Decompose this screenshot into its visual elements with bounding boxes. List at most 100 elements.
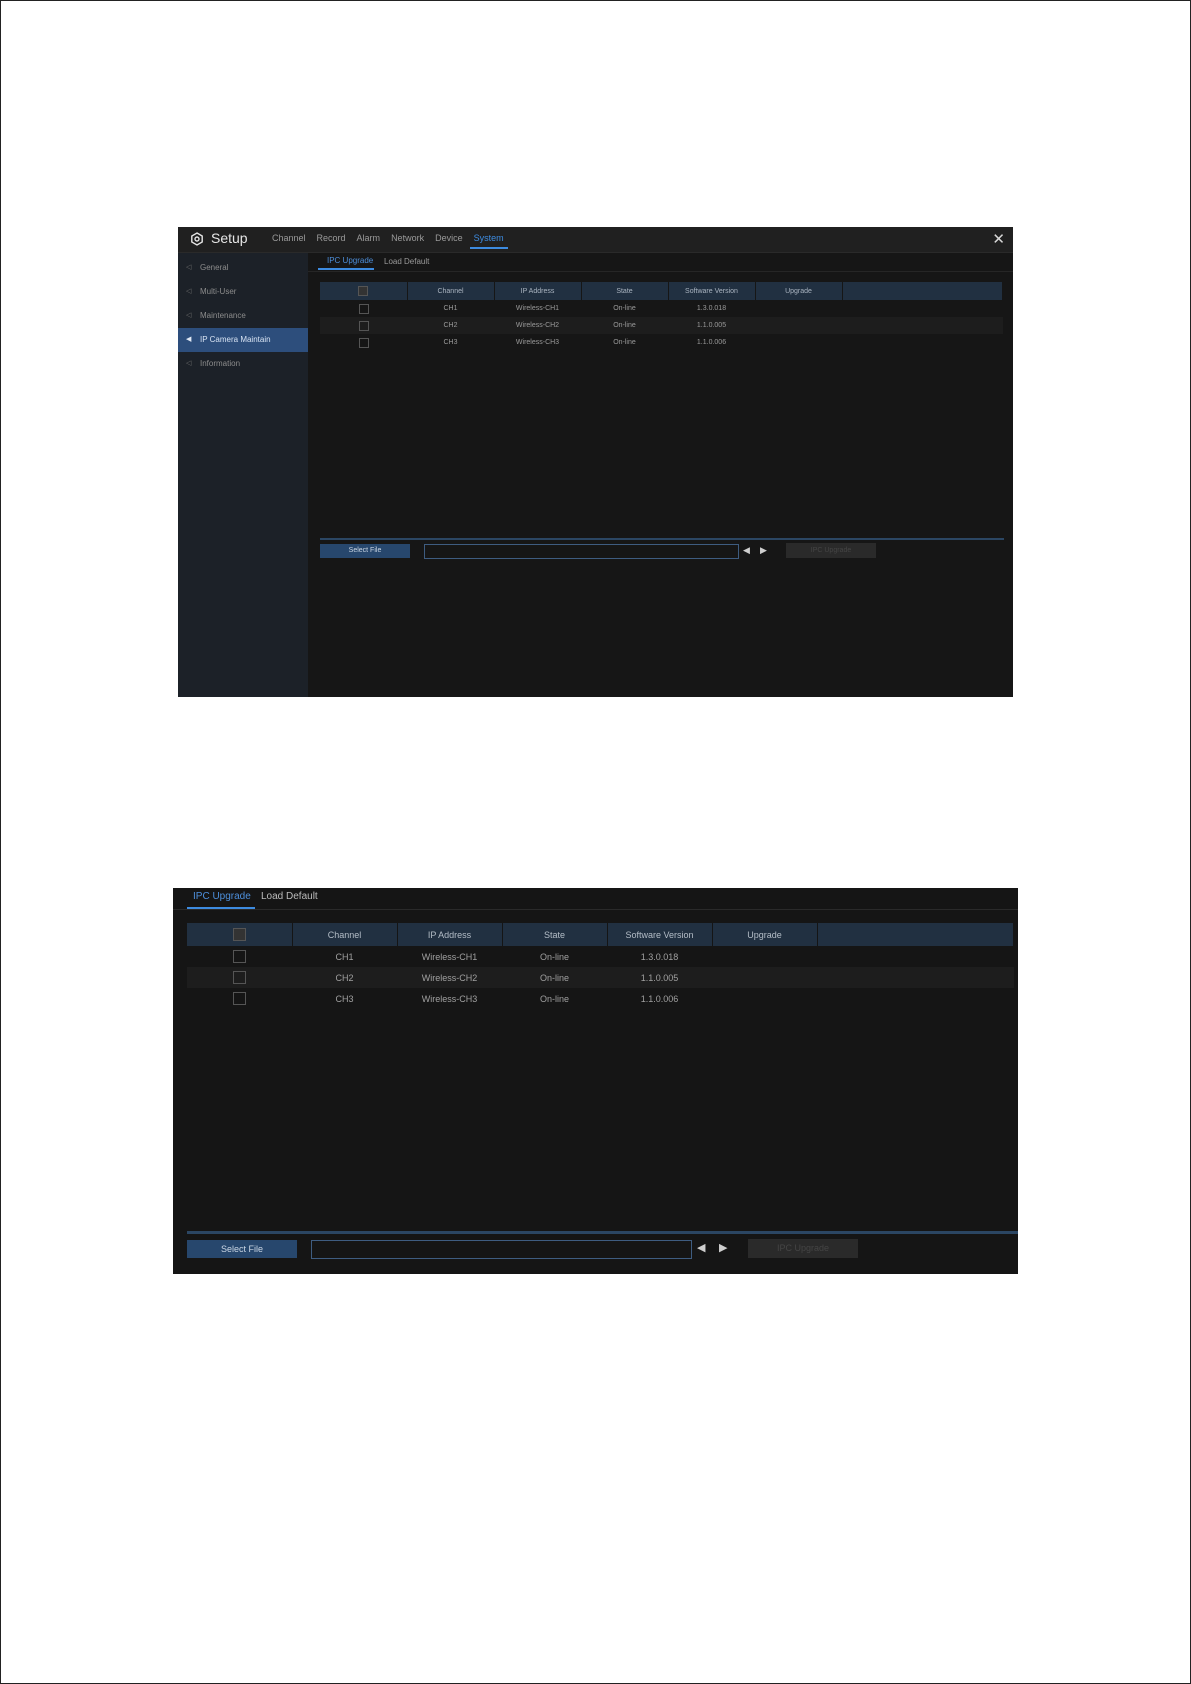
channel-cell: CH2 (292, 967, 397, 988)
software-version-cell: 1.3.0.018 (640, 951, 679, 962)
main-menu: Channel Record Alarm Network Device Syst… (272, 233, 515, 249)
channel-cell: CH2 (407, 317, 494, 334)
prev-arrow-icon[interactable]: ◀ (743, 545, 750, 556)
select-file-button[interactable]: Select File (187, 1240, 297, 1258)
prev-arrow-icon[interactable]: ◀ (697, 1241, 705, 1254)
select-all-header[interactable] (320, 282, 408, 300)
row-checkbox[interactable] (233, 992, 246, 1005)
file-path-field[interactable] (424, 544, 739, 559)
select-file-button[interactable]: Select File (320, 544, 410, 558)
ipc-table: Channel IP Address State Software Versio… (320, 282, 1003, 351)
state-cell: On-line (613, 305, 636, 312)
ip-address-cell: Wireless-CH1 (421, 951, 478, 962)
menu-channel[interactable]: Channel (272, 233, 306, 243)
empty-cell (842, 300, 1003, 317)
ip-address-cell: Wireless-CH3 (421, 993, 478, 1004)
next-arrow-icon[interactable]: ▶ (719, 1241, 727, 1254)
upgrade-cell (755, 300, 842, 317)
table-header-row: Channel IP Address State Software Versio… (320, 282, 1003, 300)
column-header: Channel (407, 282, 495, 300)
chevron-icon: ◁ (186, 312, 192, 319)
menu-record[interactable]: Record (317, 233, 346, 243)
sidebar: ◁ General ◁ Multi-User ◁ Maintenance ◀ I… (178, 253, 308, 697)
empty-cell (842, 334, 1003, 351)
column-header: Upgrade (712, 923, 818, 946)
software-version-cell: 1.3.0.018 (696, 305, 727, 312)
state-cell: On-line (539, 993, 569, 1004)
row-select-cell (187, 967, 292, 988)
app-title: Setup (211, 230, 248, 246)
menu-system[interactable]: System (469, 233, 508, 249)
row-select-cell (187, 946, 292, 967)
sidebar-item-ip-camera-maintain[interactable]: ◀ IP Camera Maintain (178, 328, 308, 352)
column-header: Channel (292, 923, 398, 946)
state-cell: On-line (502, 967, 607, 988)
ipc-upgrade-panel-screenshot: IPC Upgrade Load Default Channel IP Addr… (173, 888, 1018, 1274)
table-row[interactable]: CH2 Wireless-CH2 On-line 1.1.0.005 (187, 967, 1014, 988)
select-all-header[interactable] (187, 923, 293, 946)
file-path-field[interactable] (311, 1240, 692, 1259)
sidebar-item-multi-user[interactable]: ◁ Multi-User (178, 280, 308, 304)
table-row[interactable]: CH3 Wireless-CH3 On-line 1.1.0.006 (320, 334, 1003, 351)
column-header (842, 282, 1003, 300)
tab-ipc-upgrade[interactable]: IPC Upgrade (193, 891, 251, 902)
close-icon[interactable]: ✕ (992, 230, 1005, 248)
row-select-cell (320, 317, 407, 334)
empty-cell (842, 317, 1003, 334)
upgrade-cell (712, 988, 817, 1009)
tab-load-default[interactable]: Load Default (384, 257, 429, 266)
ipc-upgrade-button[interactable]: IPC Upgrade (786, 543, 876, 558)
empty-cell (817, 967, 1014, 988)
row-checkbox[interactable] (358, 320, 369, 331)
empty-cell (817, 946, 1014, 967)
tab-load-default[interactable]: Load Default (261, 891, 318, 902)
upgrade-cell (755, 317, 842, 334)
row-select-cell (320, 334, 407, 351)
table-header-row: Channel IP Address State Software Versio… (187, 923, 1014, 946)
table-row[interactable]: CH2 Wireless-CH2 On-line 1.1.0.005 (320, 317, 1003, 334)
chevron-icon: ◁ (186, 360, 192, 367)
menu-alarm[interactable]: Alarm (357, 233, 381, 243)
chevron-icon: ◁ (186, 288, 192, 295)
ip-address-cell: Wireless-CH2 (397, 967, 502, 988)
sidebar-item-information[interactable]: ◁ Information (178, 352, 308, 376)
table-row[interactable]: CH1 Wireless-CH1 On-line 1.3.0.018 (187, 946, 1014, 967)
software-version-cell: 1.1.0.005 (607, 967, 712, 988)
tab-ipc-upgrade[interactable]: IPC Upgrade (327, 256, 373, 265)
column-header: IP Address (397, 923, 503, 946)
row-select-cell (320, 300, 407, 317)
select-all-checkbox[interactable] (358, 286, 369, 296)
sidebar-item-general[interactable]: ◁ General (178, 256, 308, 280)
row-checkbox[interactable] (233, 950, 246, 963)
column-header: IP Address (494, 282, 582, 300)
upgrade-cell (712, 946, 817, 967)
chevron-icon: ◀ (186, 336, 192, 343)
select-all-checkbox[interactable] (232, 928, 246, 941)
row-checkbox[interactable] (358, 337, 369, 348)
sidebar-item-label: Information (200, 359, 241, 368)
row-checkbox[interactable] (233, 971, 246, 984)
active-tab-indicator (318, 268, 374, 270)
next-arrow-icon[interactable]: ▶ (760, 545, 767, 556)
sidebar-item-label: General (200, 263, 229, 272)
channel-cell: CH3 (443, 339, 458, 346)
top-menu-bar: Setup Channel Record Alarm Network Devic… (178, 227, 1013, 253)
state-cell: On-line (613, 339, 636, 346)
footer-divider (187, 1231, 1018, 1234)
table-row[interactable]: CH1 Wireless-CH1 On-line 1.3.0.018 (320, 300, 1003, 317)
sidebar-item-maintenance[interactable]: ◁ Maintenance (178, 304, 308, 328)
empty-cell (817, 988, 1014, 1009)
column-header (817, 923, 1014, 946)
ipc-table: Channel IP Address State Software Versio… (187, 923, 1014, 1009)
channel-cell: CH1 (443, 305, 458, 312)
tab-divider (308, 271, 1013, 272)
footer-divider (320, 538, 1004, 540)
channel-cell: CH1 (335, 951, 354, 962)
row-checkbox[interactable] (358, 303, 369, 314)
table-row[interactable]: CH3 Wireless-CH3 On-line 1.1.0.006 (187, 988, 1014, 1009)
ipc-upgrade-button[interactable]: IPC Upgrade (748, 1239, 858, 1258)
menu-device[interactable]: Device (435, 233, 463, 243)
menu-network[interactable]: Network (391, 233, 424, 243)
ip-address-cell: Wireless-CH3 (515, 339, 560, 346)
row-select-cell (187, 988, 292, 1009)
